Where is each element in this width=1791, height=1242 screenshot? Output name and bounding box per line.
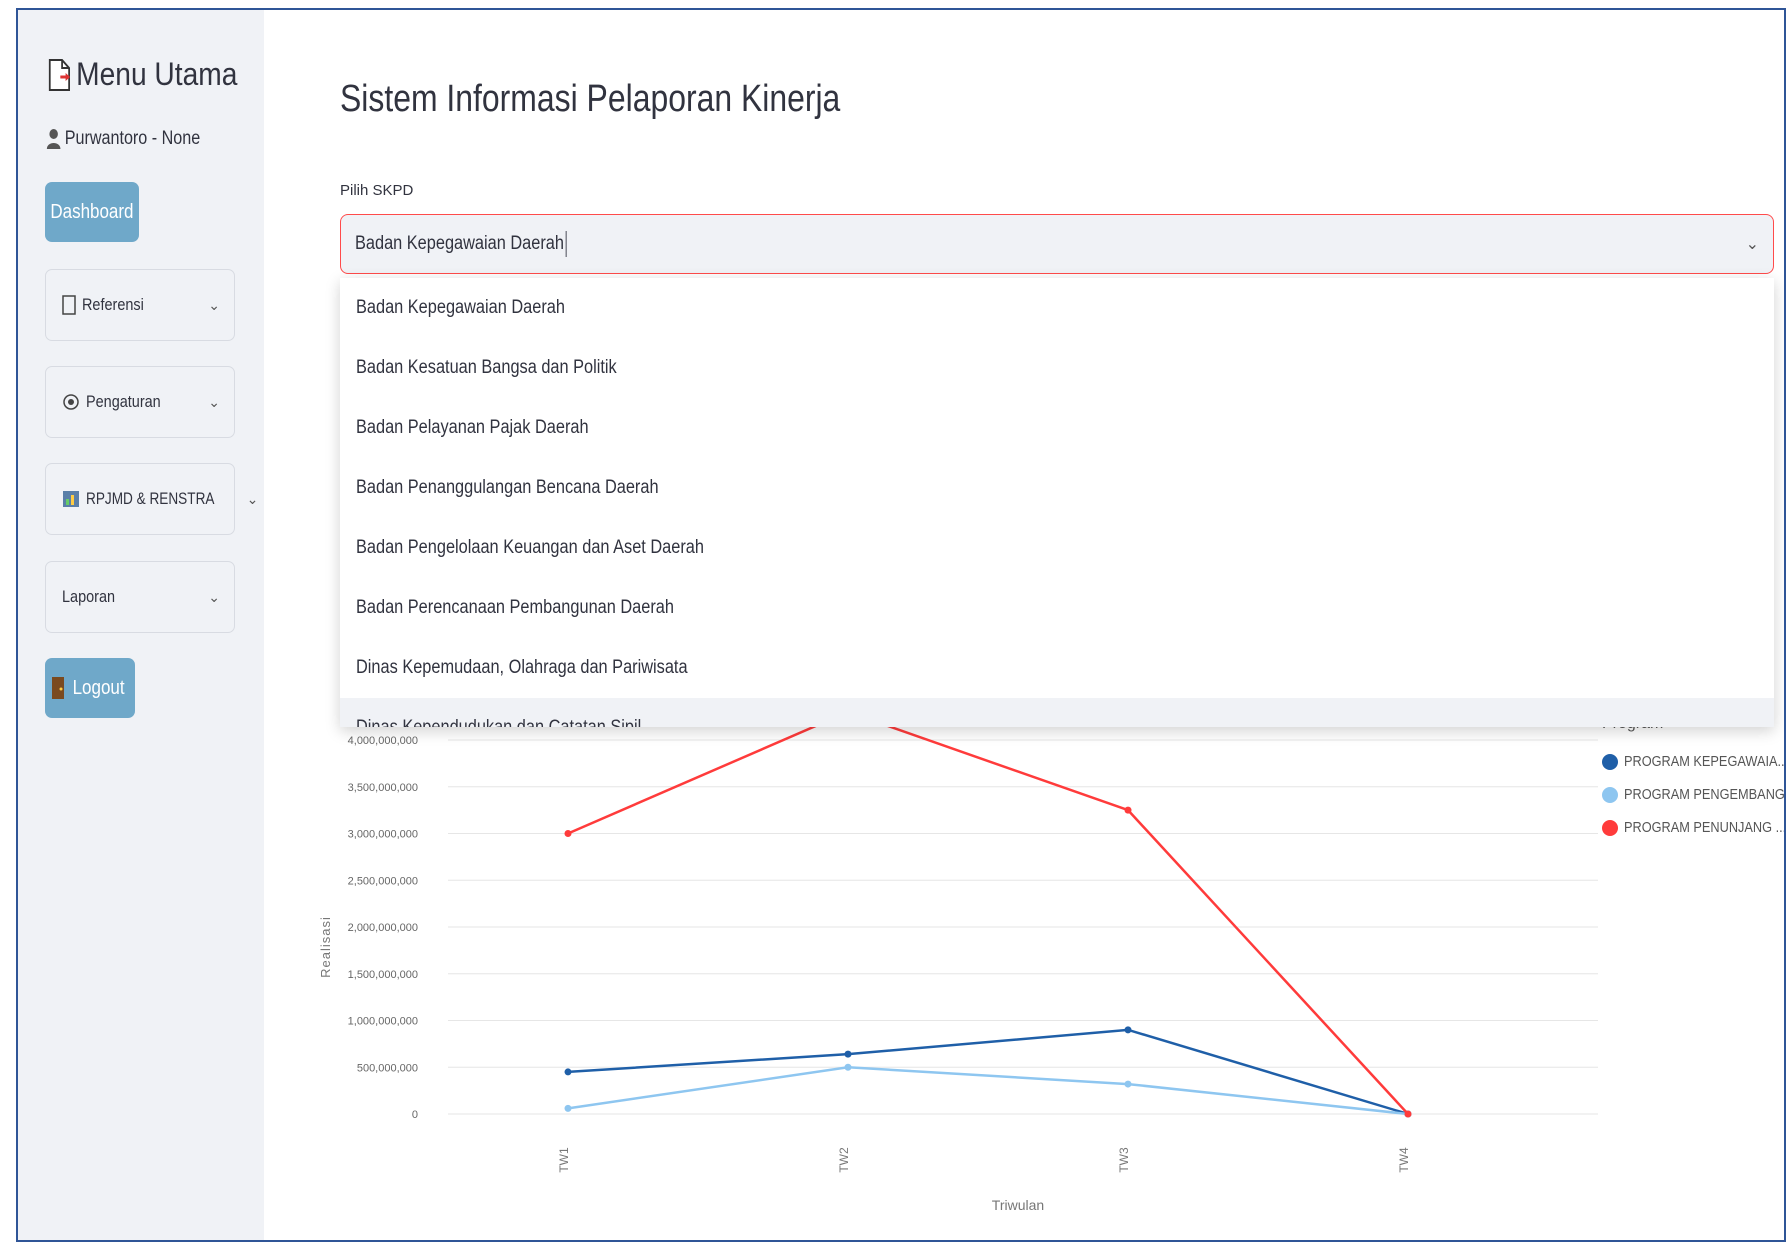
chevron-down-icon: ⌄	[208, 588, 220, 605]
menu-title: Menu Utama	[48, 56, 237, 93]
dropdown-option[interactable]: Badan Kesatuan Bangsa dan Politik	[340, 338, 1774, 398]
select-skpd-label: Pilih SKPD	[340, 182, 414, 199]
expander-pengaturan-label: Pengaturan	[86, 392, 161, 411]
y-tick-label: 3,500,000,000	[348, 782, 418, 794]
text-cursor	[565, 231, 567, 257]
data-point	[564, 1104, 572, 1112]
dropdown-option[interactable]: Badan Penanggulangan Bencana Daerah	[340, 458, 1774, 518]
x-tick-label: TW2	[837, 1147, 851, 1173]
data-point	[564, 1068, 572, 1076]
chevron-down-icon: ⌄	[246, 490, 259, 507]
y-tick-label: 500,000,000	[357, 1062, 418, 1074]
legend-dot	[1602, 819, 1618, 836]
dropdown-option[interactable]: Badan Pengelolaan Keuangan dan Aset Daer…	[340, 518, 1774, 578]
gear-icon	[63, 394, 79, 410]
legend-item[interactable]: PROGRAM PENUNJANG ...	[1602, 819, 1786, 836]
skpd-dropdown-list: Badan Kepegawaian Daerah Badan Kesatuan …	[340, 278, 1774, 727]
dashboard-button[interactable]: Dashboard	[45, 182, 139, 242]
data-point	[1124, 806, 1132, 814]
chevron-down-icon[interactable]: ⌄	[1746, 234, 1759, 254]
expander-laporan-label: Laporan	[62, 587, 116, 606]
legend-item[interactable]: PROGRAM PENGEMBANG...	[1602, 786, 1786, 803]
skpd-select-value: Badan Kepegawaian Daerah	[355, 233, 564, 255]
y-tick-label: 4,000,000,000	[348, 735, 418, 747]
expander-referensi[interactable]: Referensi ⌄	[45, 269, 235, 341]
logout-button-label: Logout	[72, 676, 125, 699]
legend-item[interactable]: PROGRAM KEPEGAWAIA...	[1602, 753, 1786, 770]
y-tick-label: 2,500,000,000	[348, 875, 418, 887]
x-tick-label: TW4	[1397, 1147, 1411, 1173]
chevron-down-icon: ⌄	[208, 296, 220, 313]
chart-icon	[63, 491, 79, 507]
legend-label: PROGRAM KEPEGAWAIA...	[1624, 753, 1786, 770]
expander-laporan[interactable]: Laporan ⌄	[45, 561, 235, 633]
user-info: Purwantoro - None	[46, 128, 200, 150]
legend-label: PROGRAM PENUNJANG ...	[1624, 819, 1786, 836]
y-tick-label: 1,000,000,000	[348, 1016, 418, 1028]
data-point	[1124, 1080, 1132, 1088]
document-icon	[62, 295, 76, 315]
series-line	[567, 710, 1409, 1115]
chevron-down-icon: ⌄	[208, 393, 220, 410]
user-name: Purwantoro - None	[64, 128, 201, 149]
line-chart: 0 500,000,000 1,000,000,000 1,500,000,000 2,…	[318, 708, 1598, 1213]
page-title: Sistem Informasi Pelaporan Kinerja	[340, 78, 841, 120]
x-axis-label: Triwulan	[992, 1197, 1044, 1213]
expander-pengaturan[interactable]: Pengaturan ⌄	[45, 366, 235, 438]
x-tick-label: TW1	[557, 1147, 571, 1173]
sidebar: Menu Utama Purwantoro - None Dashboard R…	[18, 10, 264, 1240]
expander-rpjmd-renstra[interactable]: RPJMD & RENSTRA ⌄	[45, 463, 258, 535]
dropdown-option[interactable]: Dinas Kependudukan dan Catatan Sipil	[340, 698, 1774, 727]
series-line	[567, 1065, 1409, 1116]
expander-referensi-label: Referensi	[82, 295, 144, 314]
document-icon	[48, 58, 70, 91]
data-point	[844, 1050, 852, 1058]
app-window: Menu Utama Purwantoro - None Dashboard R…	[16, 8, 1786, 1242]
data-point	[564, 830, 572, 837]
skpd-select[interactable]: Badan Kepegawaian Daerah ⌄	[340, 214, 1774, 274]
y-tick-label: 3,000,000,000	[348, 829, 418, 841]
dashboard-button-label: Dashboard	[50, 200, 134, 223]
door-icon	[51, 677, 64, 699]
skpd-select-value-wrap: Badan Kepegawaian Daerah	[355, 231, 1551, 257]
dropdown-option[interactable]: Badan Perencanaan Pembangunan Daerah	[340, 578, 1774, 638]
legend-dot	[1602, 753, 1618, 770]
user-icon	[46, 129, 61, 149]
legend-dot	[1602, 786, 1618, 803]
y-axis-label: Realisasi	[318, 916, 333, 978]
y-tick-label: 1,500,000,000	[348, 969, 418, 981]
data-point	[1124, 1026, 1132, 1034]
y-tick-label: 0	[412, 1109, 418, 1121]
y-tick-label: 2,000,000,000	[348, 922, 418, 934]
dropdown-option[interactable]: Badan Kepegawaian Daerah	[340, 278, 1774, 338]
data-point	[844, 1063, 852, 1071]
data-point	[1404, 1110, 1412, 1118]
menu-title-text: Menu Utama	[76, 56, 238, 92]
logout-button[interactable]: Logout	[45, 658, 135, 718]
dropdown-option[interactable]: Dinas Kepemudaan, Olahraga dan Pariwisat…	[340, 638, 1774, 698]
dropdown-option[interactable]: Badan Pelayanan Pajak Daerah	[340, 398, 1774, 458]
legend-label: PROGRAM PENGEMBANG...	[1624, 786, 1786, 803]
expander-rpjmd-label: RPJMD & RENSTRA	[86, 489, 215, 508]
x-tick-label: TW3	[1117, 1147, 1131, 1173]
